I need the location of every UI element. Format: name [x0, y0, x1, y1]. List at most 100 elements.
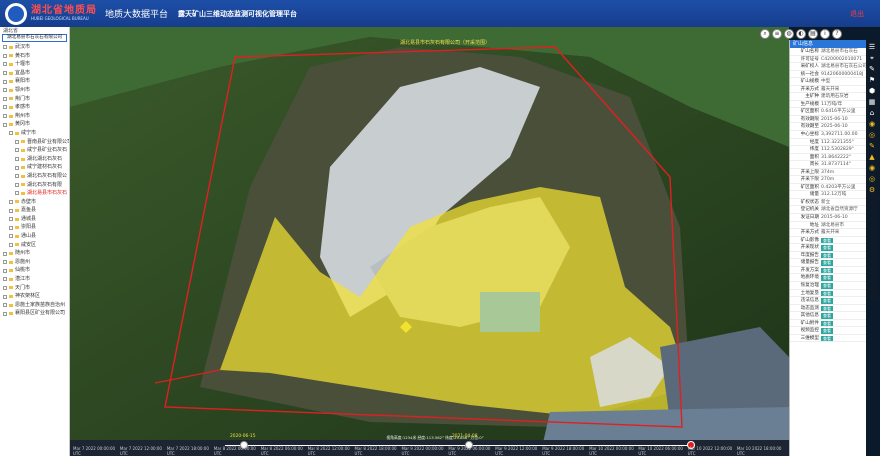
timeline-bar[interactable]: 2020-06-15 2021-04-08 Mar 7 2022 00:00:0… [70, 434, 789, 456]
view-button[interactable]: 查看 [821, 267, 833, 274]
tree-item[interactable]: 荆门市 [0, 95, 69, 104]
locate-icon[interactable]: ◎ [868, 131, 876, 139]
tree-item[interactable]: 襄阳县区矿业有限公司 [0, 309, 69, 318]
view-button[interactable]: 查看 [821, 290, 833, 297]
expand-toggle-icon[interactable] [9, 199, 13, 204]
tree-item[interactable]: 咸宁建材石灰石 [0, 163, 69, 172]
cube-icon[interactable]: ⬢ [868, 87, 876, 95]
expand-toggle-icon[interactable] [15, 182, 19, 187]
expand-toggle-icon[interactable] [9, 131, 13, 136]
search-icon[interactable]: ⌕ [760, 28, 770, 39]
expand-toggle-icon[interactable] [3, 277, 7, 282]
expand-toggle-icon[interactable] [3, 53, 7, 58]
view-button[interactable]: 查看 [821, 320, 833, 327]
view-button[interactable]: 查看 [821, 260, 833, 266]
expand-toggle-icon[interactable] [3, 79, 7, 84]
tree-item[interactable]: 天门市 [0, 284, 69, 293]
tree-item[interactable]: 孝感市 [0, 103, 69, 112]
info-icon[interactable]: i [820, 28, 830, 39]
tree-item[interactable]: 襄阳市 [0, 77, 69, 86]
view-button[interactable]: 查看 [821, 335, 833, 342]
expand-toggle-icon[interactable] [3, 114, 7, 119]
expand-toggle-icon[interactable] [9, 225, 13, 230]
tree-item[interactable]: 湖北易县市石灰石 [0, 189, 69, 198]
view-button[interactable]: 查看 [821, 282, 833, 289]
tree-item[interactable]: 随州市 [0, 249, 69, 258]
tree-item[interactable]: 崇阳县 [0, 223, 69, 232]
tree-item[interactable]: 恩施州 [0, 258, 69, 267]
tree-item[interactable]: 湖北湖北石灰石 [0, 155, 69, 164]
expand-toggle-icon[interactable] [3, 251, 7, 256]
view-button[interactable]: 查看 [821, 245, 833, 251]
mark-icon[interactable]: ▲ [868, 153, 876, 161]
tree-root-label[interactable]: 湖北省 [0, 27, 69, 34]
expand-toggle-icon[interactable] [15, 174, 19, 179]
tree-item[interactable]: 宜昌市 [0, 69, 69, 78]
tree-item[interactable]: 湖北石灰石有限公 [0, 172, 69, 181]
draw-icon[interactable]: ✎ [868, 142, 876, 150]
tree-item[interactable]: 晋南县矿业有限公司 [0, 138, 69, 147]
view-button[interactable]: 查看 [821, 328, 833, 334]
house-icon[interactable]: ⌂ [868, 109, 876, 117]
expand-toggle-icon[interactable] [3, 96, 7, 101]
view-button[interactable]: 查看 [821, 252, 833, 259]
tree-item[interactable]: 黄石市 [0, 52, 69, 61]
tree-item[interactable]: 仙桃市 [0, 266, 69, 275]
tree-item[interactable]: 湖北石灰石有限 [0, 181, 69, 190]
view-button[interactable]: 查看 [821, 305, 833, 312]
tree-item[interactable]: 荆州市 [0, 112, 69, 121]
expand-toggle-icon[interactable] [15, 139, 19, 144]
view-button[interactable]: 查看 [821, 237, 833, 244]
measure-icon[interactable]: ✎ [868, 65, 876, 73]
expand-toggle-icon[interactable] [15, 157, 19, 162]
help-icon[interactable]: ? [832, 28, 842, 39]
expand-toggle-icon[interactable] [3, 45, 7, 50]
tree-item[interactable]: 咸宁县矿业石灰石 [0, 146, 69, 155]
tree-item[interactable]: 嘉鱼县 [0, 206, 69, 215]
camera-icon[interactable]: ◎ [868, 175, 876, 183]
target-icon[interactable]: ◉ [868, 164, 876, 172]
expand-toggle-icon[interactable] [9, 234, 13, 239]
view-button[interactable]: 查看 [821, 298, 833, 304]
expand-toggle-icon[interactable] [3, 294, 7, 299]
expand-toggle-icon[interactable] [3, 268, 7, 273]
expand-toggle-icon[interactable] [3, 260, 7, 265]
expand-toggle-icon[interactable] [3, 88, 7, 93]
view-button[interactable]: 查看 [821, 275, 833, 281]
tree-item[interactable]: 潜江市 [0, 275, 69, 284]
pin-icon[interactable]: ⌖ [868, 54, 876, 62]
map-3d-view[interactable]: 湖北易县市石灰石有限公司（开采范围） [70, 27, 789, 456]
expand-toggle-icon[interactable] [3, 311, 7, 316]
terrain-scene[interactable] [70, 27, 789, 456]
expand-toggle-icon[interactable] [15, 148, 19, 153]
search-input[interactable]: 湖北易县市石灰石有限公司 [2, 34, 67, 42]
layers-icon[interactable]: ≡ [772, 28, 782, 39]
expand-toggle-icon[interactable] [3, 303, 7, 308]
tree-item[interactable]: 恩施土家族苗族自治州 [0, 301, 69, 310]
tree-item[interactable]: 十堰市 [0, 60, 69, 69]
tree-item[interactable]: 武汉市 [0, 43, 69, 52]
settings-icon[interactable]: ⚙ [868, 186, 876, 194]
expand-toggle-icon[interactable] [9, 217, 13, 222]
tree-item[interactable]: 通城县 [0, 215, 69, 224]
grid-icon[interactable]: ▦ [868, 98, 876, 106]
menu-icon[interactable]: ☰ [868, 43, 876, 51]
tree-item[interactable]: 咸安区 [0, 241, 69, 250]
logout-button[interactable]: 退出 [850, 9, 864, 19]
chart-icon[interactable]: ▤ [808, 28, 818, 39]
tree-item[interactable]: 赤壁市 [0, 198, 69, 207]
expand-toggle-icon[interactable] [9, 208, 13, 213]
tree-item[interactable]: 咸宁市 [0, 129, 69, 138]
tree-item[interactable]: 黄冈市 [0, 120, 69, 129]
globe-icon[interactable]: ◍ [784, 28, 794, 39]
tree-item[interactable]: 神农架林区 [0, 292, 69, 301]
tree-item[interactable]: 通山县 [0, 232, 69, 241]
expand-toggle-icon[interactable] [15, 165, 19, 170]
expand-toggle-icon[interactable] [9, 242, 13, 247]
compass-icon[interactable]: ◉ [868, 120, 876, 128]
expand-toggle-icon[interactable] [3, 71, 7, 76]
view-button[interactable]: 查看 [821, 313, 833, 319]
expand-toggle-icon[interactable] [3, 285, 7, 290]
expand-toggle-icon[interactable] [3, 122, 7, 127]
flag-icon[interactable]: ⚑ [868, 76, 876, 84]
